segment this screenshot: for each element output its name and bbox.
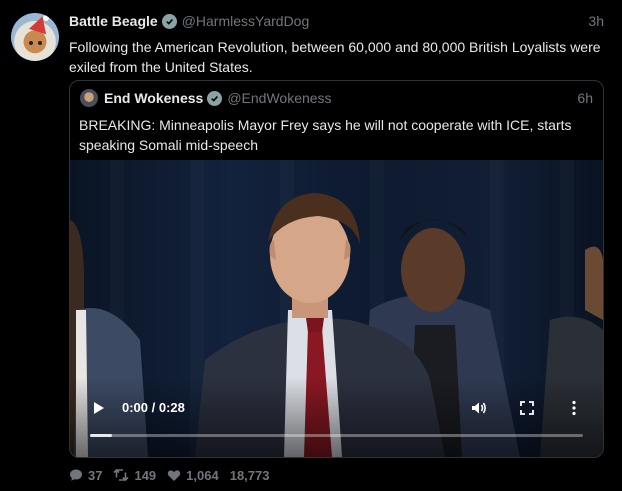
quoted-author-handle[interactable]: @EndWokeness (227, 90, 331, 106)
post-actions: 37 149 1,064 18,773 (69, 466, 280, 484)
reply-count: 37 (88, 467, 103, 483)
volume-icon[interactable] (470, 399, 488, 417)
quoted-author-name[interactable]: End Wokeness (104, 90, 203, 106)
author-name[interactable]: Battle Beagle (69, 13, 158, 29)
view-count: 18,773 (229, 467, 270, 483)
heart-icon (167, 469, 181, 481)
reply-icon (70, 469, 82, 481)
video-controls: 0:00 / 0:28 (70, 395, 603, 421)
quoted-post-header: End Wokeness @EndWokeness 6h (80, 89, 593, 107)
repost-icon (113, 468, 130, 482)
quoted-post[interactable]: End Wokeness @EndWokeness 6h BREAKING: M… (69, 80, 604, 458)
repost-count: 149 (134, 467, 157, 483)
quoted-post-text: BREAKING: Minneapolis Mayor Frey says he… (79, 117, 572, 153)
views[interactable]: 18,773 (230, 468, 270, 483)
video-progress-fill (90, 434, 113, 437)
quoted-post-time[interactable]: 6h (577, 90, 593, 106)
fullscreen-icon[interactable] (518, 399, 536, 417)
quoted-author-avatar[interactable] (80, 89, 98, 107)
video-progress-bar[interactable] (90, 434, 583, 437)
post: Battle Beagle @HarmlessYardDog 3h Follow… (0, 0, 622, 491)
reply-button[interactable]: 37 (69, 468, 102, 483)
post-header: Battle Beagle @HarmlessYardDog 3h (69, 12, 604, 30)
post-time[interactable]: 3h (588, 13, 604, 29)
author-handle[interactable]: @HarmlessYardDog (182, 13, 310, 29)
like-count: 1,064 (186, 467, 219, 483)
play-icon[interactable] (94, 402, 104, 414)
author-avatar[interactable] (11, 13, 59, 61)
like-button[interactable]: 1,064 (167, 468, 219, 483)
video-player[interactable]: 0:00 / 0:28 (70, 160, 603, 457)
verified-badge-icon (161, 13, 177, 29)
repost-button[interactable]: 149 (113, 468, 156, 483)
video-timecode: 0:00 / 0:28 (122, 400, 185, 415)
post-text: Following the American Revolution, betwe… (69, 39, 601, 75)
verified-badge-icon (207, 90, 223, 106)
more-vertical-icon[interactable] (565, 399, 583, 417)
